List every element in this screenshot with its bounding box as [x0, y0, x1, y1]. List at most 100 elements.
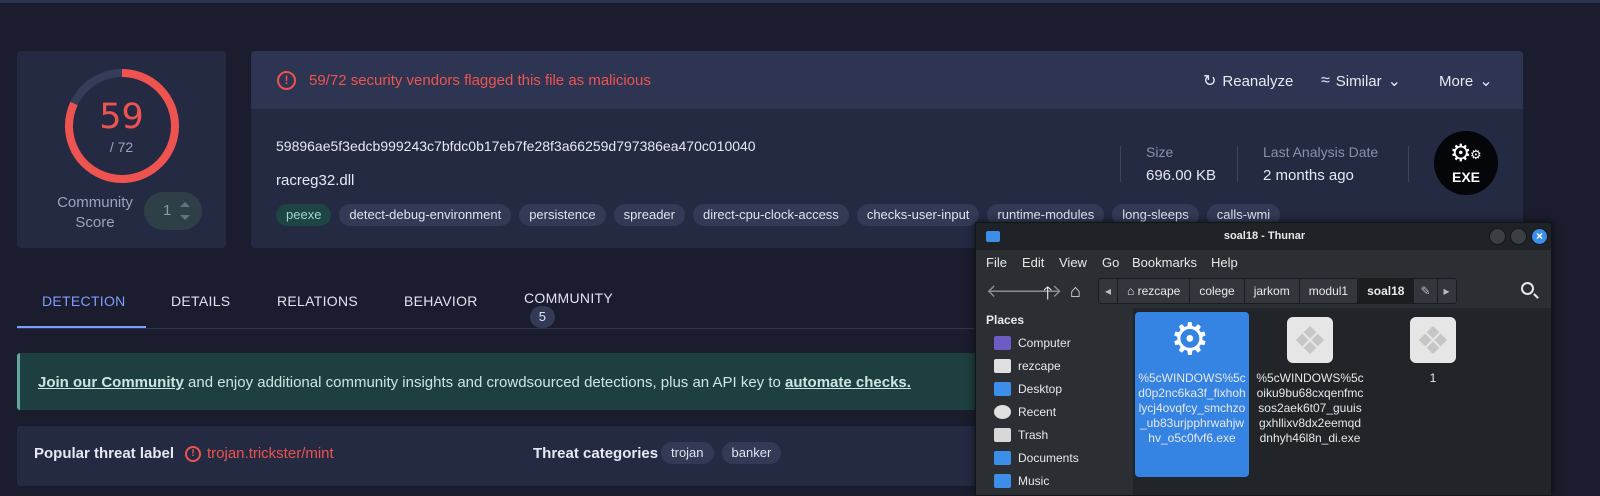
community-count-badge: 5	[530, 306, 555, 328]
desktop-icon	[994, 382, 1011, 396]
join-community-link[interactable]: Join our Community	[38, 374, 184, 391]
detection-count: 59	[99, 97, 144, 137]
forward-arrow-icon[interactable]: 🡒	[1014, 281, 1062, 302]
file-tag[interactable]: peexe	[276, 204, 332, 226]
file-tag[interactable]: spreader	[613, 204, 685, 226]
alert-text: 59/72 security vendors flagged this file…	[309, 72, 651, 89]
alert-icon: !	[185, 445, 201, 462]
size-label: Size	[1146, 144, 1174, 160]
reanalyze-button[interactable]: ↻ Reanalyze	[1203, 71, 1293, 91]
path-crumb[interactable]: modul1	[1300, 279, 1359, 303]
file-item-selected[interactable]: ⚙ %5cWINDOWS%5cd0p2nc6ka3f_fixhohlycj4ov…	[1135, 312, 1249, 477]
popular-threat-value[interactable]: ! trojan.trickster/mint	[185, 445, 334, 462]
path-crumb-current[interactable]: soal18	[1358, 279, 1415, 303]
vote-up-icon[interactable]	[180, 202, 190, 207]
divider	[1408, 146, 1409, 182]
menu-file[interactable]: File	[986, 255, 1007, 270]
threat-category-tag[interactable]: trojan	[661, 442, 714, 464]
home-icon[interactable]: ⌂	[1070, 281, 1081, 302]
file-tag[interactable]: direct-cpu-clock-access	[692, 204, 849, 226]
automate-checks-link[interactable]: automate checks.	[785, 374, 911, 391]
detection-total: / 72	[109, 139, 134, 155]
refresh-icon: ↻	[1203, 73, 1217, 90]
diamond-icon	[1418, 325, 1448, 355]
file-tag[interactable]: detect-debug-environment	[339, 204, 512, 226]
maximize-button[interactable]	[1510, 228, 1527, 245]
file-name: 1	[1429, 371, 1437, 385]
file-item[interactable]: %5cWINDOWS%5coiku9bu68cxqenfmcsos2aek6t0…	[1253, 312, 1367, 446]
menu-edit[interactable]: Edit	[1022, 255, 1044, 270]
place-trash[interactable]: Trash	[994, 424, 1048, 446]
path-crumb-label: rezcape	[1137, 284, 1181, 298]
place-documents[interactable]: Documents	[994, 447, 1079, 469]
chevron-down-icon: ⌄	[1479, 73, 1493, 90]
up-arrow-icon[interactable]: 🡑	[1043, 281, 1052, 311]
top-border	[0, 0, 1600, 3]
more-button[interactable]: More ⌄	[1439, 71, 1493, 91]
scroll-right-icon[interactable]: ▸	[1438, 279, 1456, 303]
recent-icon	[994, 405, 1011, 419]
thunar-file-manager-window: soal18 - Thunar × File Edit View Go Book…	[975, 222, 1552, 496]
tab-relations[interactable]: RELATIONS	[277, 293, 358, 309]
windows-exe-icon	[1287, 317, 1333, 363]
file-tag[interactable]: checks-user-input	[856, 204, 980, 226]
tab-community-label: COMMUNITY	[524, 290, 614, 306]
place-label: Documents	[1018, 451, 1079, 465]
path-crumb[interactable]: jarkom	[1245, 279, 1300, 303]
menu-bar: File Edit View Go Bookmarks Help	[976, 250, 1551, 274]
threat-categories-label: Threat categories	[533, 445, 659, 462]
divider	[1120, 146, 1121, 182]
place-recent[interactable]: Recent	[994, 401, 1056, 423]
alert-bar: ! 59/72 security vendors flagged this fi…	[251, 51, 1523, 109]
file-name: %5cWINDOWS%5cd0p2nc6ka3f_fixhohlycj4ovqf…	[1138, 371, 1246, 445]
computer-icon	[994, 336, 1011, 350]
tab-detection[interactable]: DETECTION	[42, 293, 126, 309]
executable-icon: ⚙	[1169, 317, 1215, 363]
place-music[interactable]: Music	[994, 470, 1049, 492]
divider	[1237, 146, 1238, 182]
threat-category-tag[interactable]: banker	[721, 442, 782, 464]
last-analysis-label: Last Analysis Date	[1263, 144, 1379, 160]
edit-path-icon[interactable]: ✎	[1414, 279, 1438, 303]
close-button[interactable]: ×	[1531, 228, 1548, 245]
file-hash[interactable]: 59896ae5f3edcb999243c7bfdc0b17eb7fe28f3a…	[276, 138, 756, 154]
vote-down-icon[interactable]	[180, 215, 190, 220]
banner-body: and enjoy additional community insights …	[183, 374, 786, 391]
tab-community[interactable]: COMMUNITY5	[524, 290, 613, 328]
gear-icon: ⚙	[1170, 315, 1210, 364]
place-home[interactable]: rezcape	[994, 355, 1061, 377]
scroll-left-icon[interactable]: ◂	[1099, 279, 1119, 303]
similar-button[interactable]: ≈ Similar ⌄	[1321, 71, 1401, 91]
menu-help[interactable]: Help	[1211, 255, 1238, 270]
community-score-label: Community Score	[57, 194, 133, 231]
window-titlebar[interactable]: soal18 - Thunar ×	[976, 223, 1551, 250]
popular-threat-label: Popular threat label	[34, 445, 175, 462]
menu-view[interactable]: View	[1059, 255, 1087, 270]
place-desktop[interactable]: Desktop	[994, 378, 1062, 400]
path-crumb[interactable]: colege	[1190, 279, 1245, 303]
diamond-icon	[1295, 325, 1325, 355]
search-icon[interactable]	[1521, 282, 1534, 295]
windows-exe-icon	[1410, 317, 1456, 363]
place-computer[interactable]: Computer	[994, 332, 1071, 354]
minimize-button[interactable]	[1489, 228, 1506, 245]
community-score-voter[interactable]: 1	[144, 192, 202, 230]
file-view: ⚙ %5cWINDOWS%5cd0p2nc6ka3f_fixhohlycj4ov…	[1133, 308, 1551, 495]
place-label: Computer	[1018, 336, 1071, 350]
banner-text: Join our Community and enjoy additional …	[38, 374, 911, 391]
gear-icon: ⚙	[1470, 147, 1482, 162]
file-item[interactable]: 1	[1376, 312, 1490, 386]
file-tag[interactable]: persistence	[519, 204, 606, 226]
last-analysis-value: 2 months ago	[1263, 167, 1354, 184]
reanalyze-label: Reanalyze	[1222, 72, 1294, 90]
tab-details[interactable]: DETAILS	[171, 293, 230, 309]
place-label: Trash	[1018, 428, 1049, 442]
detection-score-panel: 59 / 72 Community Score 1	[17, 51, 226, 248]
tab-behavior[interactable]: BEHAVIOR	[404, 293, 478, 309]
menu-bookmarks[interactable]: Bookmarks	[1132, 255, 1197, 270]
size-value: 696.00 KB	[1146, 167, 1217, 184]
places-header: Places	[986, 313, 1025, 327]
menu-go[interactable]: Go	[1102, 255, 1119, 270]
path-crumb[interactable]: ⌂ rezcape	[1118, 279, 1191, 303]
similar-icon: ≈	[1321, 72, 1330, 89]
